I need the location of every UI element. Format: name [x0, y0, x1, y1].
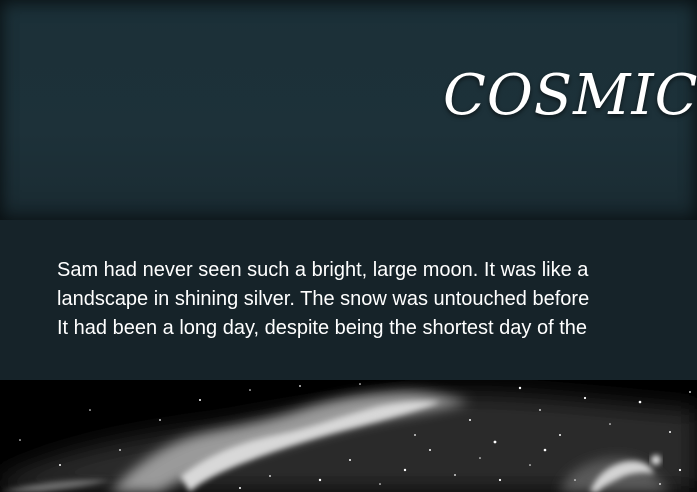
site-header: COSMIC: [0, 0, 697, 220]
intro-text-line-1: Sam had never seen such a bright, large …: [57, 259, 589, 281]
intro-text-line-2: landscape in shining silver. The snow wa…: [57, 288, 590, 310]
intro-text-line-3: It had been a long day, despite being th…: [57, 317, 588, 339]
site-title[interactable]: COSMIC: [443, 68, 697, 124]
nebula-image: [0, 380, 697, 492]
hero-image-nebula: [0, 380, 697, 492]
page: COSMIC Sam had never seen such a bright,…: [0, 0, 697, 492]
intro-section: Sam had never seen such a bright, large …: [0, 220, 697, 380]
